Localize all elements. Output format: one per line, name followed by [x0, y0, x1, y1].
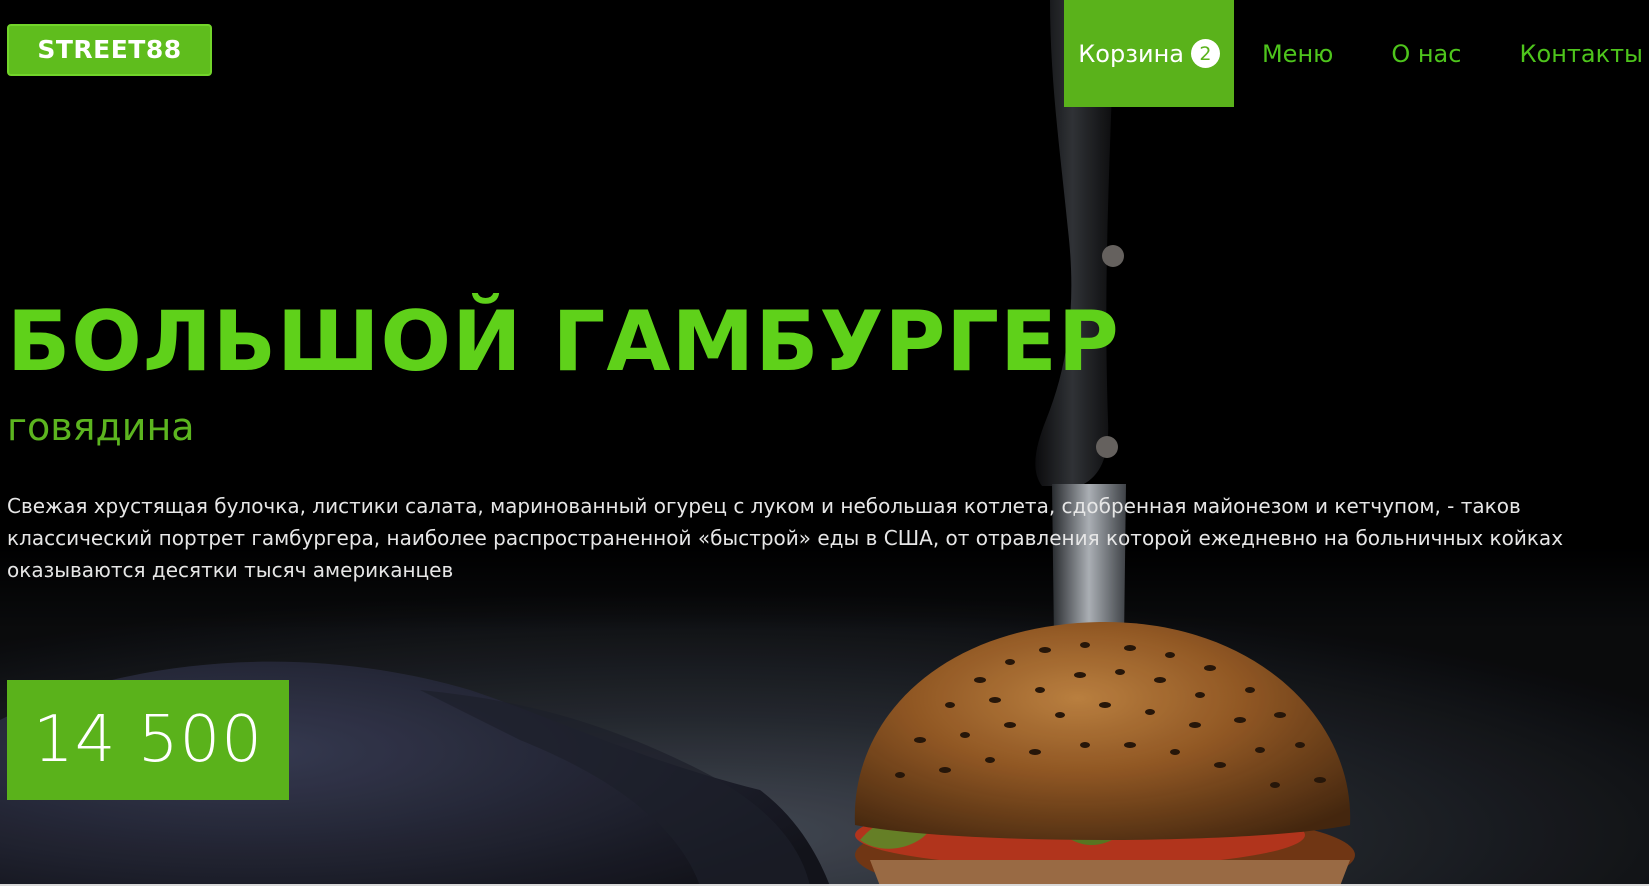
main-nav: Корзина 2 Меню О нас Контакты: [1064, 0, 1649, 107]
nav-contacts-link[interactable]: Контакты: [1491, 0, 1649, 107]
nav-cart-label: Корзина: [1078, 39, 1184, 68]
product-title: БОЛЬШОЙ ГАМБУРГЕР: [7, 293, 1120, 390]
nav-menu-link[interactable]: Меню: [1234, 0, 1361, 107]
product-subtitle: говядина: [7, 405, 195, 449]
page: STREET88 Корзина 2 Меню О нас Контакты Б…: [0, 0, 1649, 886]
nav-about-link[interactable]: О нас: [1361, 0, 1491, 107]
product-description: Свежая хрустящая булочка, листики салата…: [7, 494, 1564, 582]
price-tag[interactable]: 14 500: [7, 680, 289, 800]
nav-cart-button[interactable]: Корзина 2: [1064, 0, 1234, 107]
logo-button[interactable]: STREET88: [7, 24, 212, 76]
cart-count-badge: 2: [1190, 39, 1220, 68]
